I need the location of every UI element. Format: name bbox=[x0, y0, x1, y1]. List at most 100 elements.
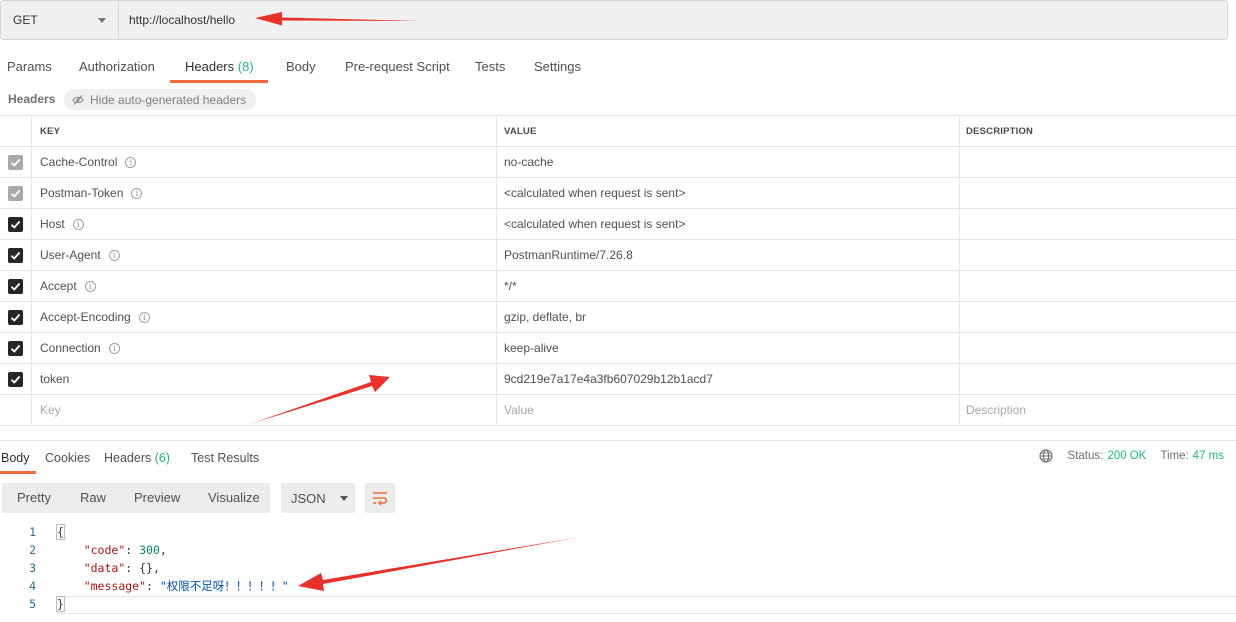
method-label: GET bbox=[13, 13, 38, 27]
new-description-input[interactable]: Description bbox=[960, 395, 1236, 425]
view-preview-button[interactable]: Preview bbox=[134, 490, 180, 505]
row-checkbox[interactable] bbox=[8, 309, 23, 325]
info-icon[interactable]: i bbox=[138, 311, 150, 323]
hide-auto-generated-label: Hide auto-generated headers bbox=[90, 92, 247, 107]
line-number: 3 bbox=[29, 561, 36, 575]
header-description-cell[interactable] bbox=[960, 240, 1236, 270]
time-value[interactable]: 47 ms bbox=[1193, 450, 1224, 462]
header-value-cell[interactable]: no-cache bbox=[497, 147, 960, 177]
info-icon[interactable]: i bbox=[131, 187, 143, 199]
row-checkbox[interactable] bbox=[8, 154, 23, 170]
table-row: Host i <calculated when request is sent> bbox=[0, 209, 1236, 240]
table-row: Cache-Control i no-cache bbox=[0, 147, 1236, 178]
json-value: 300 bbox=[139, 543, 160, 557]
header-key-cell[interactable]: token bbox=[32, 364, 497, 394]
row-checkbox[interactable] bbox=[8, 216, 23, 232]
new-key-input[interactable]: Key bbox=[32, 395, 497, 425]
new-value-input[interactable]: Value bbox=[497, 395, 960, 425]
code-line: 4 "message": "权限不足呀！！！！！" bbox=[0, 577, 1236, 595]
header-description-cell[interactable] bbox=[960, 209, 1236, 239]
row-check-cell bbox=[0, 364, 32, 394]
header-key-cell[interactable]: Accept-Encoding i bbox=[32, 302, 497, 332]
header-value-cell[interactable]: */* bbox=[497, 271, 960, 301]
wrap-lines-button[interactable] bbox=[365, 483, 395, 513]
method-select[interactable]: GET bbox=[1, 1, 119, 39]
resp-tab-test-results[interactable]: Test Results bbox=[191, 446, 259, 474]
tab-tests[interactable]: Tests bbox=[475, 55, 505, 83]
chevron-down-icon bbox=[98, 17, 106, 23]
tab-settings[interactable]: Settings bbox=[534, 55, 581, 83]
header-value-cell[interactable]: gzip, deflate, br bbox=[497, 302, 960, 332]
row-check-cell bbox=[0, 333, 32, 363]
header-key-cell[interactable]: User-Agent i bbox=[32, 240, 497, 270]
tab-body[interactable]: Body bbox=[286, 55, 316, 83]
row-check-cell bbox=[0, 209, 32, 239]
header-key-cell[interactable]: Cache-Control i bbox=[32, 147, 497, 177]
resp-tab-body[interactable]: Body bbox=[1, 446, 30, 474]
header-value-cell[interactable]: 9cd219e7a17e4a3fb607029b12b1acd7 bbox=[497, 364, 960, 394]
header-description-cell[interactable] bbox=[960, 364, 1236, 394]
header-key: Host bbox=[40, 217, 65, 231]
header-description-cell[interactable] bbox=[960, 302, 1236, 332]
row-checkbox[interactable] bbox=[8, 340, 23, 356]
url-input[interactable]: http://localhost/hello bbox=[119, 1, 1227, 39]
resp-tab-headers-count: (6) bbox=[154, 451, 171, 465]
tab-headers[interactable]: Headers (8) bbox=[185, 55, 254, 83]
row-checkbox[interactable] bbox=[8, 185, 23, 201]
status-value[interactable]: 200 OK bbox=[1107, 450, 1146, 462]
view-raw-button[interactable]: Raw bbox=[80, 490, 106, 505]
info-icon[interactable]: i bbox=[108, 249, 120, 261]
resp-active-tab-indicator bbox=[0, 471, 36, 474]
header-value-cell[interactable]: <calculated when request is sent> bbox=[497, 209, 960, 239]
view-visualize-button[interactable]: Visualize bbox=[208, 490, 260, 505]
tab-authorization[interactable]: Authorization bbox=[79, 55, 155, 83]
resp-tab-headers[interactable]: Headers (6) bbox=[104, 446, 170, 474]
column-header-description: DESCRIPTION bbox=[966, 125, 1034, 137]
header-value: no-cache bbox=[504, 155, 554, 169]
globe-icon[interactable] bbox=[1039, 449, 1053, 463]
header-description-cell[interactable] bbox=[960, 271, 1236, 301]
header-key-cell[interactable]: Accept i bbox=[32, 271, 497, 301]
row-checkbox[interactable] bbox=[8, 247, 23, 263]
tab-pre-request-script[interactable]: Pre-request Script bbox=[345, 55, 450, 83]
headers-section-title: Headers bbox=[8, 92, 56, 106]
code-line: 3 "data": {}, bbox=[0, 559, 1236, 577]
table-row: Accept i */* bbox=[0, 271, 1236, 302]
code-line: 2 "code": 300, bbox=[0, 541, 1236, 559]
header-value: gzip, deflate, br bbox=[504, 310, 587, 324]
format-select[interactable]: JSON bbox=[281, 483, 355, 513]
table-header-check bbox=[0, 116, 32, 146]
header-value: */* bbox=[504, 279, 517, 293]
info-icon[interactable]: i bbox=[72, 218, 84, 230]
url-text: http://localhost/hello bbox=[129, 13, 236, 27]
tab-params[interactable]: Params bbox=[7, 55, 52, 83]
header-key-cell[interactable]: Host i bbox=[32, 209, 497, 239]
view-pretty-button[interactable]: Pretty bbox=[17, 490, 51, 505]
header-description-cell[interactable] bbox=[960, 178, 1236, 208]
json-value: "权限不足呀！！！！！" bbox=[159, 579, 289, 593]
header-value-cell[interactable]: keep-alive bbox=[497, 333, 960, 363]
row-checkbox[interactable] bbox=[8, 278, 23, 294]
info-icon[interactable]: i bbox=[108, 342, 120, 354]
header-key: Cache-Control bbox=[40, 155, 118, 169]
response-body-editor[interactable]: 1 { 2 "code": 300, 3 "data": {}, 4 "mess… bbox=[0, 523, 1236, 613]
info-icon[interactable]: i bbox=[125, 156, 137, 168]
column-header-value: VALUE bbox=[497, 116, 960, 146]
format-label: JSON bbox=[291, 490, 326, 506]
header-description-cell[interactable] bbox=[960, 147, 1236, 177]
active-tab-indicator bbox=[170, 80, 268, 83]
headers-table: KEY VALUE DESCRIPTION Cache-Control i no-c… bbox=[0, 115, 1236, 426]
row-checkbox[interactable] bbox=[8, 371, 23, 387]
hide-auto-generated-button[interactable]: Hide auto-generated headers bbox=[64, 89, 257, 110]
info-icon[interactable]: i bbox=[84, 280, 96, 292]
header-description-cell[interactable] bbox=[960, 333, 1236, 363]
header-value-cell[interactable]: <calculated when request is sent> bbox=[497, 178, 960, 208]
header-key-cell[interactable]: Postman-Token i bbox=[32, 178, 497, 208]
line-number: 2 bbox=[29, 543, 36, 557]
header-value-cell[interactable]: PostmanRuntime/7.26.8 bbox=[497, 240, 960, 270]
header-key: User-Agent bbox=[40, 248, 101, 262]
table-row: Connection i keep-alive bbox=[0, 333, 1236, 364]
resp-tab-cookies[interactable]: Cookies bbox=[45, 446, 90, 474]
header-key: Accept bbox=[40, 279, 77, 293]
header-key-cell[interactable]: Connection i bbox=[32, 333, 497, 363]
